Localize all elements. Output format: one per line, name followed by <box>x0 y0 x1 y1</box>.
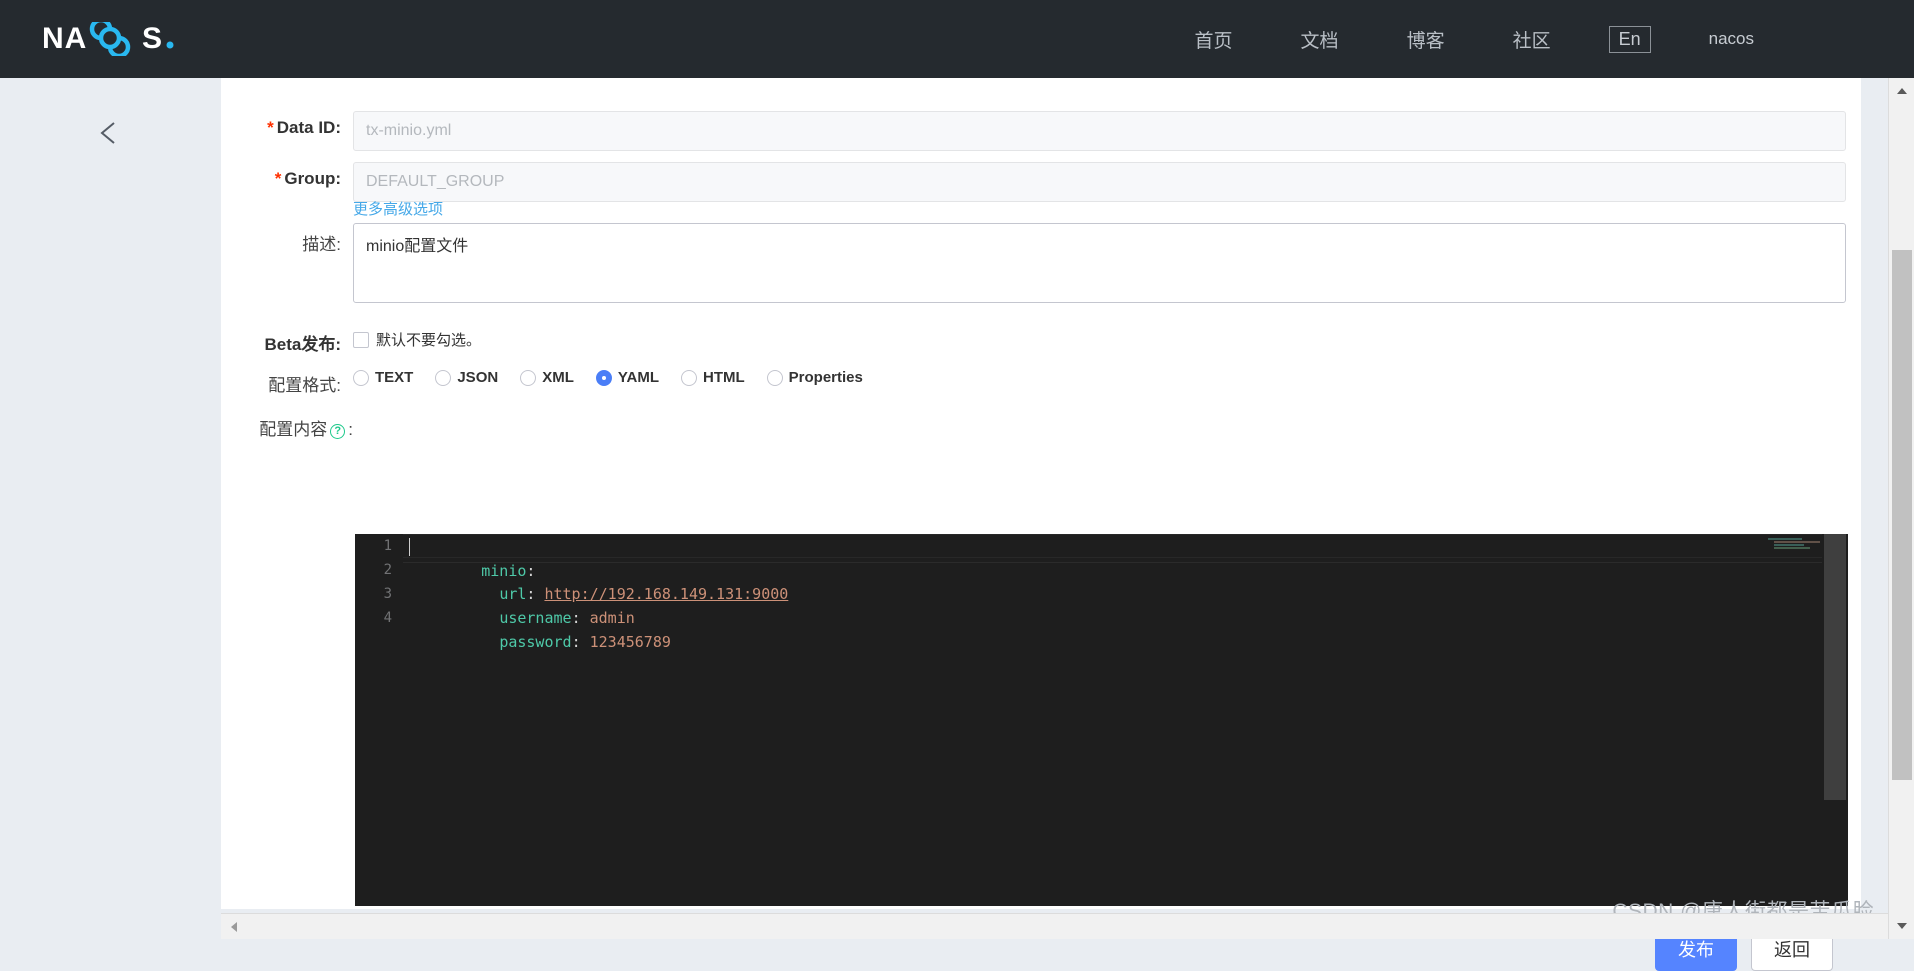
radio-label-xml: XML <box>542 369 574 386</box>
radio-yaml[interactable]: YAML <box>595 369 659 386</box>
code-line[interactable]: username: admin <box>403 582 1822 627</box>
editor-current-line-divider <box>403 562 1822 563</box>
line-number: 1 <box>383 538 392 554</box>
scroll-down-button[interactable] <box>1889 913 1914 939</box>
required-asterisk-data-id: * <box>267 118 274 137</box>
nav-link-docs[interactable]: 文档 <box>1301 26 1339 53</box>
code-value: 123456789 <box>589 633 671 651</box>
advanced-options-link[interactable]: 更多高级选项 <box>353 198 443 219</box>
radio-dot-text <box>353 369 369 386</box>
field-row-data-id: * Data ID: tx-minio.yml <box>221 111 1846 151</box>
code-colon: : <box>571 633 581 651</box>
radio-xml[interactable]: XML <box>520 369 574 386</box>
triangle-up-icon <box>1897 88 1907 94</box>
beta-label: Beta发布: <box>264 335 341 354</box>
code-line[interactable]: minio: <box>403 534 1822 580</box>
radio-dot-xml <box>520 369 537 386</box>
field-row-advanced: 更多高级选项 <box>221 198 443 219</box>
top-navigation-bar: NA S 首页 文档 博客 社区 En nacos <box>0 0 1914 78</box>
config-content-label-text: 配置内容 <box>259 420 328 439</box>
nav-link-home[interactable]: 首页 <box>1195 26 1233 53</box>
radio-json[interactable]: JSON <box>435 369 498 386</box>
field-row-config-content-label: 配置内容?: <box>221 408 353 440</box>
radio-dot-yaml <box>595 369 612 386</box>
top-nav-links: 首页 文档 博客 社区 En nacos <box>1161 25 1754 53</box>
nacos-logo[interactable]: NA S <box>42 22 214 56</box>
editor-vertical-scrollbar[interactable] <box>1822 534 1848 906</box>
data-id-input[interactable]: tx-minio.yml <box>353 111 1846 151</box>
config-content-label-colon: : <box>348 420 353 439</box>
scroll-left-button[interactable] <box>221 914 247 940</box>
beta-checkbox-wrap[interactable]: 默认不要勾选。 <box>353 323 481 350</box>
svg-text:S: S <box>142 22 163 55</box>
nav-link-community[interactable]: 社区 <box>1513 26 1551 53</box>
radio-label-yaml: YAML <box>617 369 659 386</box>
language-toggle-button[interactable]: En <box>1608 25 1651 53</box>
text-cursor <box>409 538 410 556</box>
chevron-left-icon <box>100 122 115 144</box>
horizontal-scrollbar[interactable] <box>221 913 1888 939</box>
page-vertical-scrollbar[interactable] <box>1888 78 1914 939</box>
description-label: 描述: <box>302 235 341 254</box>
radio-html[interactable]: HTML <box>681 369 745 386</box>
radio-label-json: JSON <box>457 369 499 386</box>
group-label-text: Group: <box>284 169 341 188</box>
scroll-up-button[interactable] <box>1889 78 1914 104</box>
field-row-group: * Group: DEFAULT_GROUP <box>221 162 1846 202</box>
editor-line-numbers: 1 2 3 4 <box>355 534 403 906</box>
nacos-logo-icon: NA S <box>42 22 174 56</box>
radio-properties[interactable]: Properties <box>766 369 863 386</box>
help-icon[interactable]: ? <box>330 424 346 439</box>
config-content-editor[interactable]: 1 2 3 4 minio: url: http://192.168.149.1… <box>355 534 1848 906</box>
data-id-label: * Data ID: <box>221 111 341 138</box>
line-number: 4 <box>383 610 392 626</box>
radio-label-html: HTML <box>703 369 745 386</box>
field-row-description: 描述: minio配置文件 <box>221 223 1846 303</box>
editor-code-area[interactable]: minio: url: http://192.168.149.131:9000 … <box>403 534 1822 906</box>
radio-dot-json <box>435 369 452 386</box>
page-scrollbar-thumb[interactable] <box>1892 250 1912 780</box>
code-line[interactable]: password: 123456789 <box>403 606 1822 651</box>
group-input[interactable]: DEFAULT_GROUP <box>353 162 1846 202</box>
editor-minimap[interactable] <box>1764 538 1822 564</box>
editor-scrollbar-thumb[interactable] <box>1824 534 1846 800</box>
radio-label-text: TEXT <box>375 369 414 386</box>
field-row-beta: Beta发布: 默认不要勾选。 <box>221 323 481 355</box>
data-id-label-text: Data ID: <box>276 118 341 137</box>
nav-link-blog[interactable]: 博客 <box>1407 26 1445 53</box>
line-number: 2 <box>383 562 392 578</box>
config-format-label: 配置格式: <box>268 376 341 395</box>
radio-dot-html <box>681 369 697 386</box>
triangle-down-icon <box>1897 923 1907 929</box>
svg-text:NA: NA <box>42 22 87 55</box>
code-key: password <box>499 633 572 651</box>
config-content-label: 配置内容?: <box>221 408 353 440</box>
page-body: * Data ID: tx-minio.yml * Group: DEFAULT_G… <box>0 78 1914 971</box>
config-format-radio-group: TEXT JSON XML YAML HTML Properties <box>353 364 885 386</box>
back-button[interactable] <box>92 116 126 150</box>
beta-checkbox-label: 默认不要勾选。 <box>376 332 482 349</box>
group-label: * Group: <box>221 162 341 189</box>
field-row-config-format: 配置格式: TEXT JSON XML YAML HTML Properties <box>221 364 885 396</box>
beta-checkbox[interactable] <box>353 331 369 348</box>
user-menu[interactable]: nacos <box>1709 29 1754 49</box>
line-number: 3 <box>383 586 392 602</box>
description-textarea[interactable]: minio配置文件 <box>353 223 1846 303</box>
radio-label-properties: Properties <box>788 369 863 386</box>
triangle-left-icon <box>231 922 237 932</box>
radio-dot-properties <box>766 369 783 386</box>
required-asterisk-group: * <box>274 169 282 188</box>
advanced-spacer <box>221 198 341 205</box>
radio-text[interactable]: TEXT <box>353 369 413 386</box>
